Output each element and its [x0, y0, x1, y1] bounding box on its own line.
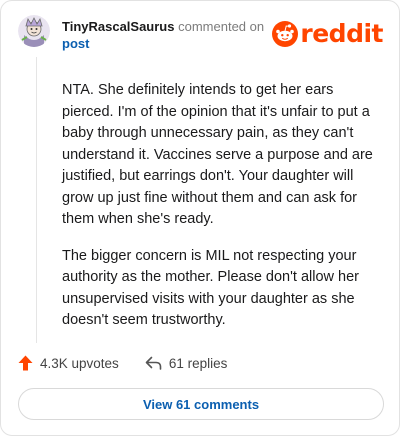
action-text: commented on: [178, 19, 265, 34]
avatar[interactable]: [18, 15, 50, 47]
arrow-up-icon: [18, 355, 33, 371]
reddit-wordmark: reddit: [300, 19, 383, 48]
comment-paragraph: The bigger concern is MIL not respecting…: [62, 247, 359, 329]
upvote-count: 4.3K upvotes: [40, 355, 119, 371]
replies-count: 61 replies: [168, 355, 228, 371]
replies-button[interactable]: 61 replies: [145, 355, 228, 371]
comment-header: TinyRascalSaurus commented on post: [62, 18, 277, 52]
thread-line: [36, 57, 37, 343]
post-link[interactable]: post: [62, 35, 277, 52]
comment-card: TinyRascalSaurus commented on post reddi…: [0, 0, 400, 436]
reply-arrow-icon: [145, 356, 162, 370]
username[interactable]: TinyRascalSaurus: [62, 19, 174, 34]
comment-body: NTA. She definitely intends to get her e…: [62, 80, 384, 347]
reddit-snoo-icon: [272, 21, 299, 47]
view-comments-button[interactable]: View 61 comments: [18, 388, 384, 420]
comment-paragraph: NTA. She definitely intends to get her e…: [62, 82, 373, 227]
upvote-button[interactable]: 4.3K upvotes: [18, 355, 119, 371]
reddit-logo: reddit: [272, 20, 383, 48]
action-bar: 4.3K upvotes 61 replies: [18, 355, 227, 371]
